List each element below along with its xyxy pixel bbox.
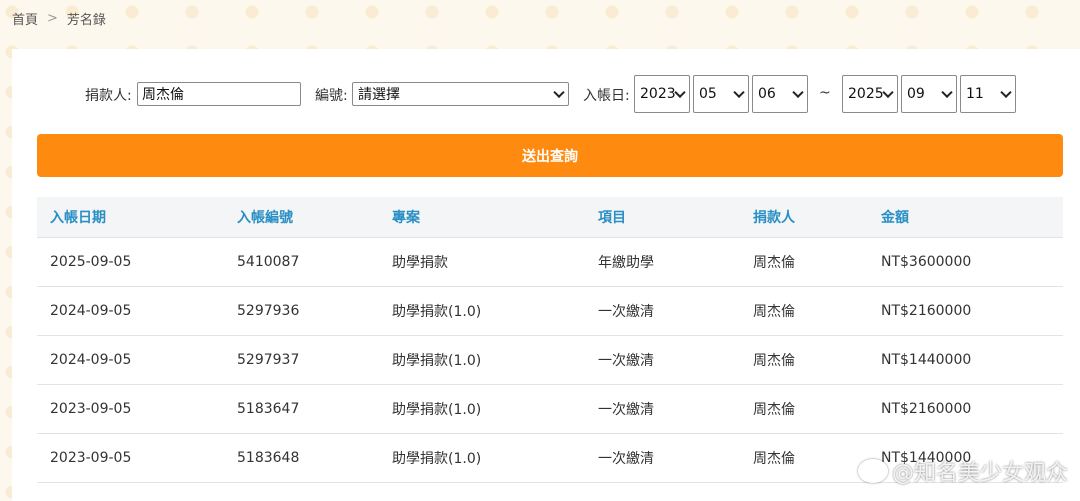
cell-item: 一次繳清 <box>585 433 740 483</box>
table-row: 2024-09-05 5297936 助學捐款(1.0) 一次繳清 周杰倫 NT… <box>37 286 1063 336</box>
from-year-value: 2023 <box>640 86 676 102</box>
breadcrumb-current: 芳名錄 <box>66 13 106 28</box>
from-month-select[interactable]: 05 <box>693 75 749 113</box>
column-header-donor: 捐款人 <box>740 197 868 238</box>
chevron-down-icon <box>941 86 953 99</box>
breadcrumb: 首頁 > 芳名錄 <box>12 9 106 28</box>
breadcrumb-home-link[interactable]: 首頁 <box>12 9 38 28</box>
cell-amount: NT$2160000 <box>868 384 1063 434</box>
cell-project: 助學捐款(1.0) <box>379 384 585 434</box>
watermark-text: @知名美少女观众 <box>891 461 1068 486</box>
number-label: 編號: <box>315 88 348 104</box>
cell-donor: 周杰倫 <box>740 237 868 287</box>
column-header-date: 入帳日期 <box>37 197 224 238</box>
number-select[interactable]: 請選擇 <box>352 82 569 106</box>
from-day-select[interactable]: 06 <box>752 75 808 113</box>
cell-project: 助學捐款 <box>379 237 585 287</box>
donor-input[interactable] <box>137 82 301 106</box>
chevron-down-icon <box>1000 86 1012 99</box>
chevron-down-icon <box>792 86 804 99</box>
cell-date: 2024-09-05 <box>37 335 224 385</box>
to-month-select[interactable]: 09 <box>901 75 957 113</box>
chevron-down-icon <box>733 86 745 99</box>
cell-number: 5297937 <box>224 335 379 385</box>
to-day-value: 11 <box>966 86 984 102</box>
column-header-amount: 金額 <box>868 197 1063 238</box>
number-select-value: 請選擇 <box>358 87 400 103</box>
cell-date: 2025-09-05 <box>37 237 224 287</box>
search-form: 捐款人: 編號: 請選擇 入帳日: 2023 05 06 ~ 2025 09 <box>12 75 1080 115</box>
cell-item: 一次繳清 <box>585 384 740 434</box>
date-label: 入帳日: <box>583 88 630 104</box>
cell-amount: NT$2160000 <box>868 286 1063 336</box>
cell-date: 2024-09-05 <box>37 286 224 336</box>
cell-number: 5297936 <box>224 286 379 336</box>
cell-number: 5183648 <box>224 433 379 483</box>
cell-number: 5410087 <box>224 237 379 287</box>
table-header-row: 入帳日期 入帳編號 專案 項目 捐款人 金額 <box>37 197 1063 238</box>
to-year-select[interactable]: 2025 <box>842 75 898 113</box>
main-panel: 捐款人: 編號: 請選擇 入帳日: 2023 05 06 ~ 2025 09 <box>12 49 1080 501</box>
donor-label: 捐款人: <box>85 88 132 104</box>
weibo-icon <box>857 459 888 483</box>
table-row: 2025-09-05 5410087 助學捐款 年繳助學 周杰倫 NT$3600… <box>37 237 1063 287</box>
to-day-select[interactable]: 11 <box>960 75 1016 113</box>
column-header-item: 項目 <box>585 197 740 238</box>
cell-project: 助學捐款(1.0) <box>379 335 585 385</box>
column-header-project: 專案 <box>379 197 585 238</box>
breadcrumb-separator: > <box>47 11 58 26</box>
cell-donor: 周杰倫 <box>740 335 868 385</box>
cell-item: 一次繳清 <box>585 335 740 385</box>
cell-item: 年繳助學 <box>585 237 740 287</box>
to-month-value: 09 <box>907 86 925 102</box>
cell-donor: 周杰倫 <box>740 286 868 336</box>
cell-amount: NT$1440000 <box>868 335 1063 385</box>
cell-project: 助學捐款(1.0) <box>379 433 585 483</box>
column-header-number: 入帳編號 <box>224 197 379 238</box>
cell-date: 2023-09-05 <box>37 384 224 434</box>
cell-item: 一次繳清 <box>585 286 740 336</box>
table-row: 2023-09-05 5183647 助學捐款(1.0) 一次繳清 周杰倫 NT… <box>37 384 1063 434</box>
cell-donor: 周杰倫 <box>740 384 868 434</box>
donation-table: 入帳日期 入帳編號 專案 項目 捐款人 金額 2025-09-05 541008… <box>37 197 1063 483</box>
cell-amount: NT$3600000 <box>868 237 1063 287</box>
from-day-value: 06 <box>758 86 776 102</box>
date-range-separator: ~ <box>819 85 831 101</box>
table-row: 2024-09-05 5297937 助學捐款(1.0) 一次繳清 周杰倫 NT… <box>37 335 1063 385</box>
cell-date: 2023-09-05 <box>37 433 224 483</box>
chevron-down-icon <box>553 86 565 99</box>
from-month-value: 05 <box>699 86 717 102</box>
cell-number: 5183647 <box>224 384 379 434</box>
cell-project: 助學捐款(1.0) <box>379 286 585 336</box>
chevron-down-icon <box>674 86 686 99</box>
watermark: @知名美少女观众 <box>857 455 1068 487</box>
to-year-value: 2025 <box>848 86 884 102</box>
from-year-select[interactable]: 2023 <box>634 75 690 113</box>
chevron-down-icon <box>882 86 894 99</box>
submit-query-button[interactable]: 送出查詢 <box>37 134 1063 177</box>
cell-donor: 周杰倫 <box>740 433 868 483</box>
